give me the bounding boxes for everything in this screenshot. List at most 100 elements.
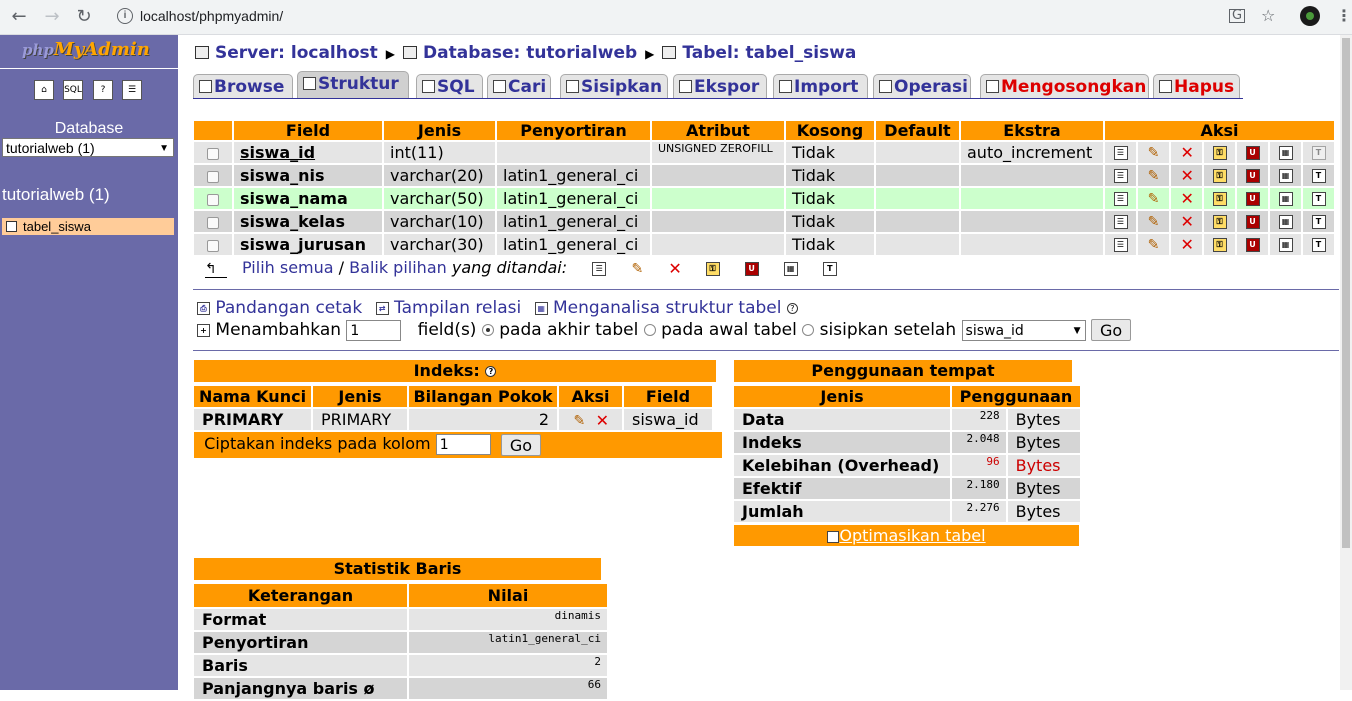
breadcrumb-server[interactable]: Server: localhost bbox=[215, 43, 378, 63]
checkbox-icon[interactable] bbox=[207, 147, 219, 160]
star-icon[interactable]: ☆ bbox=[1261, 6, 1275, 25]
drop-icon[interactable]: ✕ bbox=[1171, 188, 1202, 209]
kebab-menu-icon[interactable]: ⋮ bbox=[1336, 6, 1352, 25]
drop-icon[interactable]: ✕ bbox=[1171, 165, 1202, 186]
tab-sisipkan[interactable]: Sisipkan bbox=[560, 74, 668, 98]
unique-icon[interactable]: U bbox=[1237, 165, 1268, 186]
fulltext-icon[interactable]: T bbox=[1303, 142, 1334, 163]
index-icon[interactable]: ▦ bbox=[1270, 142, 1301, 163]
tab-operasi[interactable]: Operasi bbox=[873, 74, 971, 98]
drop-icon[interactable]: ✕ bbox=[1171, 142, 1202, 163]
docs-icon[interactable]: ☰ bbox=[122, 80, 142, 100]
translate-icon[interactable]: G bbox=[1229, 9, 1246, 23]
browse-distinct-icon[interactable]: ☰ bbox=[1105, 211, 1136, 232]
reload-icon[interactable]: ↻ bbox=[72, 5, 96, 29]
row-checkbox[interactable] bbox=[194, 234, 232, 255]
checkbox-icon[interactable] bbox=[207, 170, 219, 183]
edit-icon[interactable]: ✎ bbox=[1138, 165, 1169, 186]
create-index-go-button[interactable]: Go bbox=[500, 433, 542, 456]
edit-icon[interactable]: ✎ bbox=[1138, 234, 1169, 255]
unique-icon[interactable]: U bbox=[1237, 211, 1268, 232]
row-checkbox[interactable] bbox=[194, 211, 232, 232]
database-heading[interactable]: tutorialweb (1) bbox=[2, 185, 110, 205]
tab-sql[interactable]: SQL bbox=[416, 74, 483, 98]
checkbox-icon[interactable] bbox=[207, 239, 219, 252]
checkbox-icon[interactable] bbox=[207, 216, 219, 229]
unique-selected-icon[interactable]: U bbox=[744, 261, 759, 276]
fulltext-selected-icon[interactable]: T bbox=[822, 261, 837, 276]
tab-hapus[interactable]: Hapus bbox=[1153, 74, 1240, 98]
browse-distinct-icon[interactable]: ☰ bbox=[1105, 165, 1136, 186]
tab-struktur[interactable]: Struktur bbox=[297, 71, 409, 98]
scrollbar-thumb[interactable] bbox=[1342, 38, 1350, 548]
edit-icon[interactable]: ✎ bbox=[1138, 188, 1169, 209]
row-checkbox[interactable] bbox=[194, 188, 232, 209]
address-bar[interactable] bbox=[106, 3, 1292, 30]
browse-distinct-icon[interactable]: ☰ bbox=[1105, 188, 1136, 209]
uncheck-all-link[interactable]: Balik pilihan bbox=[349, 258, 447, 277]
radio-at-end[interactable] bbox=[481, 324, 494, 336]
help-icon[interactable]: ? bbox=[485, 366, 497, 377]
field-name[interactable]: siswa_nis bbox=[234, 165, 382, 186]
field-name[interactable]: siswa_id bbox=[234, 142, 382, 163]
home-icon[interactable]: ⌂ bbox=[34, 80, 54, 100]
radio-at-beginning[interactable] bbox=[643, 324, 656, 336]
fulltext-icon[interactable]: T bbox=[1303, 234, 1334, 255]
fulltext-icon[interactable]: T bbox=[1303, 188, 1334, 209]
sql-query-icon[interactable]: SQL bbox=[63, 80, 83, 100]
unique-icon[interactable]: U bbox=[1237, 234, 1268, 255]
propose-structure-link[interactable]: Menganalisa struktur tabel bbox=[553, 298, 781, 318]
browse-distinct-icon[interactable]: ☰ bbox=[1105, 234, 1136, 255]
field-name[interactable]: siswa_kelas bbox=[234, 211, 382, 232]
tab-mengosongkan[interactable]: Mengosongkan bbox=[980, 74, 1149, 98]
phpmyadmin-logo[interactable]: phpMyAdmin bbox=[22, 39, 150, 60]
url-text[interactable]: localhost/phpmyadmin/ bbox=[140, 8, 283, 24]
relation-view-link[interactable]: Tampilan relasi bbox=[394, 298, 521, 318]
database-select[interactable]: tutorialweb (1) ▼ bbox=[2, 138, 174, 157]
primary-selected-icon[interactable]: ⚿ bbox=[705, 261, 720, 276]
fulltext-icon[interactable]: T bbox=[1303, 211, 1334, 232]
index-icon[interactable]: ▦ bbox=[1270, 234, 1301, 255]
primary-key-icon[interactable]: ⚿ bbox=[1204, 211, 1235, 232]
avatar[interactable] bbox=[1300, 6, 1320, 26]
drop-icon[interactable]: ✕ bbox=[1171, 234, 1202, 255]
add-field-go-button[interactable]: Go bbox=[1090, 319, 1132, 341]
check-all-link[interactable]: Pilih semua bbox=[242, 258, 334, 277]
unique-icon[interactable]: U bbox=[1237, 142, 1268, 163]
breadcrumb-table[interactable]: Tabel: tabel_siswa bbox=[682, 43, 856, 63]
edit-icon[interactable]: ✎ bbox=[1138, 142, 1169, 163]
tab-ekspor[interactable]: Ekspor bbox=[673, 74, 767, 98]
index-selected-icon[interactable]: ▦ bbox=[783, 261, 798, 276]
checkbox-icon[interactable] bbox=[207, 193, 219, 206]
browse-distinct-icon[interactable]: ☰ bbox=[1105, 142, 1136, 163]
info-icon[interactable]: i bbox=[117, 8, 133, 24]
breadcrumb-database[interactable]: Database: tutorialweb bbox=[423, 43, 637, 63]
primary-key-icon[interactable]: ⚿ bbox=[1204, 142, 1235, 163]
index-icon[interactable]: ▦ bbox=[1270, 188, 1301, 209]
primary-key-icon[interactable]: ⚿ bbox=[1204, 165, 1235, 186]
radio-after[interactable] bbox=[802, 324, 815, 336]
back-arrow-icon[interactable]: ← bbox=[7, 5, 31, 29]
help-icon[interactable]: ? bbox=[93, 80, 113, 100]
primary-key-icon[interactable]: ⚿ bbox=[1204, 188, 1235, 209]
field-name[interactable]: siswa_jurusan bbox=[234, 234, 382, 255]
primary-key-icon[interactable]: ⚿ bbox=[1204, 234, 1235, 255]
create-index-input[interactable]: 1 bbox=[435, 434, 491, 455]
add-field-count-input[interactable]: 1 bbox=[346, 319, 402, 341]
edit-icon[interactable]: ✎ bbox=[573, 414, 586, 428]
drop-selected-icon[interactable]: ✕ bbox=[668, 260, 681, 276]
sidebar-item-table[interactable]: tabel_siswa bbox=[2, 218, 174, 235]
tab-cari[interactable]: Cari bbox=[487, 74, 551, 98]
field-name[interactable]: siswa_nama bbox=[234, 188, 382, 209]
index-icon[interactable]: ▦ bbox=[1270, 211, 1301, 232]
tab-browse[interactable]: Browse bbox=[193, 74, 293, 98]
drop-icon[interactable]: ✕ bbox=[596, 412, 609, 428]
drop-icon[interactable]: ✕ bbox=[1171, 211, 1202, 232]
optimize-table-link[interactable]: ▦ Optimasikan tabel bbox=[734, 525, 1079, 546]
tab-import[interactable]: Import bbox=[773, 74, 868, 98]
edit-icon[interactable]: ✎ bbox=[1138, 211, 1169, 232]
fulltext-icon[interactable]: T bbox=[1303, 165, 1334, 186]
row-checkbox[interactable] bbox=[194, 142, 232, 163]
forward-arrow-icon[interactable]: → bbox=[40, 5, 64, 29]
unique-icon[interactable]: U bbox=[1237, 188, 1268, 209]
